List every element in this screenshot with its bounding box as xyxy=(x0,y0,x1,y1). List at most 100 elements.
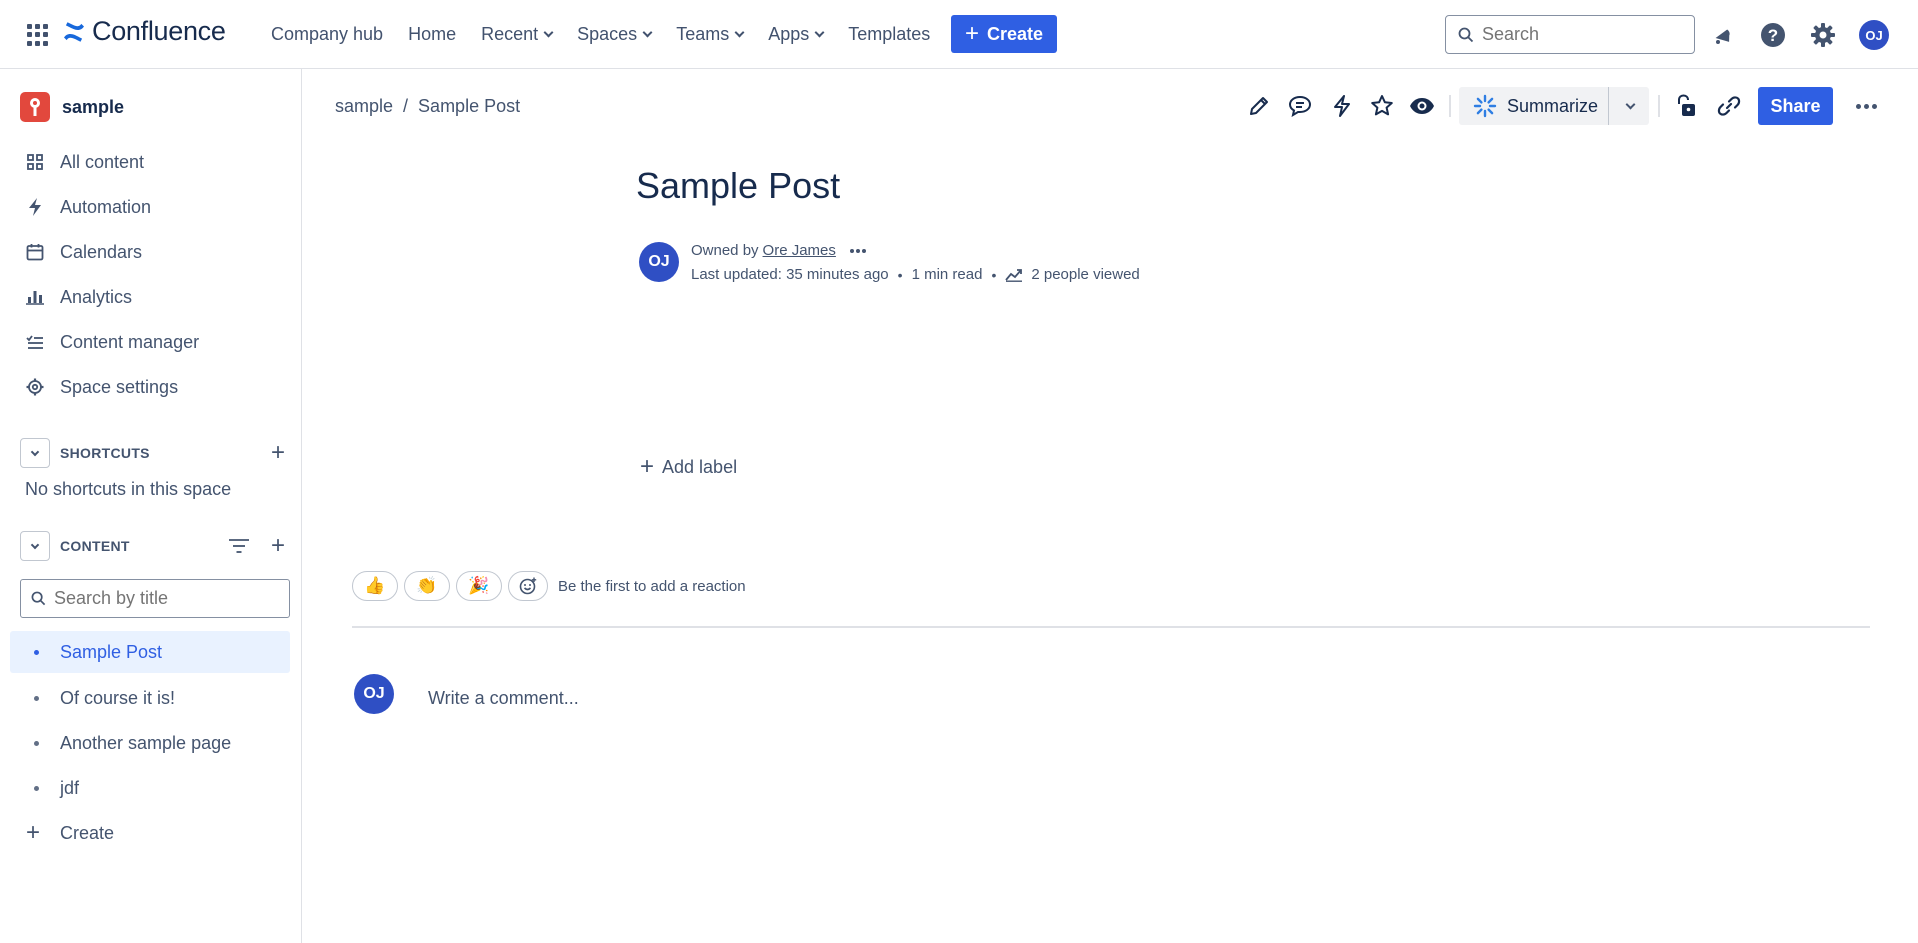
nav-templates[interactable]: Templates xyxy=(848,24,930,45)
global-search[interactable] xyxy=(1445,15,1695,54)
tree-item-another-sample-page[interactable]: Another sample page xyxy=(10,722,290,764)
chevron-down-icon xyxy=(30,540,40,549)
reaction-party-popper[interactable]: 🎉 xyxy=(456,571,502,601)
bar-chart-icon xyxy=(25,287,45,307)
space-header[interactable]: sample xyxy=(20,92,124,122)
sidebar-item-label: Automation xyxy=(60,196,152,217)
content-title: CONTENT xyxy=(60,538,130,554)
bullet-dot xyxy=(34,649,39,655)
tree-create-button[interactable]: + Create xyxy=(10,812,290,854)
share-label: Share xyxy=(1770,95,1821,116)
confluence-logo[interactable]: Confluence xyxy=(62,16,226,47)
sidebar-item-label: Analytics xyxy=(60,286,133,307)
comment-input[interactable] xyxy=(420,681,1020,715)
more-actions-icon[interactable] xyxy=(1851,92,1881,120)
tree-item-label: jdf xyxy=(60,777,80,798)
breadcrumb-page-link[interactable]: Sample Post xyxy=(418,96,520,117)
add-content-plus-icon[interactable]: + xyxy=(271,534,285,558)
reaction-clapping-hands[interactable]: 👏 xyxy=(404,571,450,601)
shortcuts-collapse-button[interactable] xyxy=(20,438,50,468)
tree-item-of-course-it-is[interactable]: Of course it is! xyxy=(10,677,290,719)
edit-pencil-icon[interactable] xyxy=(1244,91,1274,121)
share-button[interactable]: Share xyxy=(1758,87,1833,125)
avatar-initials: OJ xyxy=(1859,20,1889,50)
nav-label: Teams xyxy=(676,24,730,44)
nav-company-hub[interactable]: Company hub xyxy=(271,24,383,45)
filter-icon[interactable] xyxy=(228,537,250,560)
tree-item-jdf[interactable]: jdf xyxy=(10,767,290,809)
content-collapse-button[interactable] xyxy=(20,531,50,561)
add-reaction-smiley-icon[interactable] xyxy=(508,571,548,601)
owner-avatar[interactable]: OJ xyxy=(639,242,679,282)
sidebar-item-analytics[interactable]: Analytics xyxy=(0,277,290,317)
nav-teams[interactable]: Teams xyxy=(676,24,745,45)
restrictions-unlock-icon[interactable] xyxy=(1671,91,1701,121)
nav-spaces[interactable]: Spaces xyxy=(577,24,653,45)
reaction-thumbs-up[interactable]: 👍 xyxy=(352,571,398,601)
page-metadata: Last updated: 35 minutes ago • 1 min rea… xyxy=(691,266,1140,283)
gear-icon xyxy=(25,377,45,397)
summarize-options-dropdown[interactable] xyxy=(1609,87,1649,125)
search-by-title-input[interactable] xyxy=(54,588,274,609)
nav-recent[interactable]: Recent xyxy=(481,24,554,45)
separator-dot: • xyxy=(991,266,997,283)
automation-lightning-icon[interactable] xyxy=(1327,91,1357,121)
summarize-button[interactable]: Summarize xyxy=(1459,87,1609,125)
space-name: sample xyxy=(62,96,125,117)
sidebar-item-space-settings[interactable]: Space settings xyxy=(0,367,290,407)
logo-text: Confluence xyxy=(92,16,226,46)
watch-eye-icon[interactable] xyxy=(1407,91,1437,121)
breadcrumb: sample / Sample Post xyxy=(335,96,520,117)
help-icon[interactable]: ? xyxy=(1758,20,1788,50)
nav-items: Company hub Home Recent Spaces Teams App… xyxy=(271,0,955,69)
page-views-link[interactable]: 2 people viewed xyxy=(1005,266,1140,283)
notifications-bell-icon[interactable] xyxy=(1707,20,1737,50)
nav-label: Home xyxy=(408,24,457,44)
trend-chart-icon xyxy=(1005,268,1023,282)
user-avatar[interactable]: OJ xyxy=(1859,20,1889,50)
chevron-down-icon xyxy=(30,447,40,456)
svg-text:?: ? xyxy=(1768,26,1778,45)
checklist-icon xyxy=(25,332,45,352)
no-shortcuts-text: No shortcuts in this space xyxy=(25,479,232,499)
toolbar-divider xyxy=(1449,95,1451,117)
chevron-down-icon xyxy=(734,27,745,38)
add-shortcut-plus-icon[interactable]: + xyxy=(271,441,285,465)
page-views-text: 2 people viewed xyxy=(1031,266,1140,283)
comment-icon[interactable] xyxy=(1285,91,1315,121)
nav-home[interactable]: Home xyxy=(408,24,456,45)
sidebar-item-automation[interactable]: Automation xyxy=(0,187,290,227)
owner-name-link[interactable]: Ore James xyxy=(763,242,836,259)
nav-label: Spaces xyxy=(577,24,638,44)
app-switcher-icon[interactable] xyxy=(27,24,49,46)
shortcuts-section-header: SHORTCUTS + xyxy=(20,438,285,468)
content-section-header: CONTENT + xyxy=(20,531,285,561)
sidebar-item-content-manager[interactable]: Content manager xyxy=(0,322,290,362)
nav-apps[interactable]: Apps xyxy=(768,24,825,45)
separator-dot: • xyxy=(897,266,903,283)
add-label-text: Add label xyxy=(662,456,738,477)
add-label-button[interactable]: + Add label xyxy=(640,455,737,479)
grid-icon xyxy=(25,152,45,172)
search-input[interactable] xyxy=(1482,24,1682,45)
sidebar-item-label: Content manager xyxy=(60,331,200,352)
create-label: Create xyxy=(60,822,115,843)
copy-link-icon[interactable] xyxy=(1714,91,1744,121)
ai-sparkle-icon xyxy=(1473,94,1497,118)
content-search[interactable] xyxy=(20,579,290,618)
chevron-down-icon xyxy=(1625,99,1636,109)
summarize-split-button: Summarize xyxy=(1459,87,1649,125)
tree-item-sample-post[interactable]: Sample Post xyxy=(10,631,290,673)
breadcrumb-separator: / xyxy=(403,96,409,116)
commenter-avatar: OJ xyxy=(354,674,394,714)
create-button[interactable]: + Create xyxy=(951,15,1057,53)
breadcrumb-space-link[interactable]: sample xyxy=(335,96,393,117)
sidebar-item-all-content[interactable]: All content xyxy=(0,142,290,182)
sidebar-item-label: Calendars xyxy=(60,241,143,262)
sidebar-item-calendars[interactable]: Calendars xyxy=(0,232,290,272)
owner-more-icon[interactable] xyxy=(849,248,866,253)
settings-gear-icon[interactable] xyxy=(1808,20,1838,50)
star-icon[interactable] xyxy=(1367,91,1397,121)
space-icon xyxy=(20,92,50,122)
create-label: Create xyxy=(986,23,1044,44)
